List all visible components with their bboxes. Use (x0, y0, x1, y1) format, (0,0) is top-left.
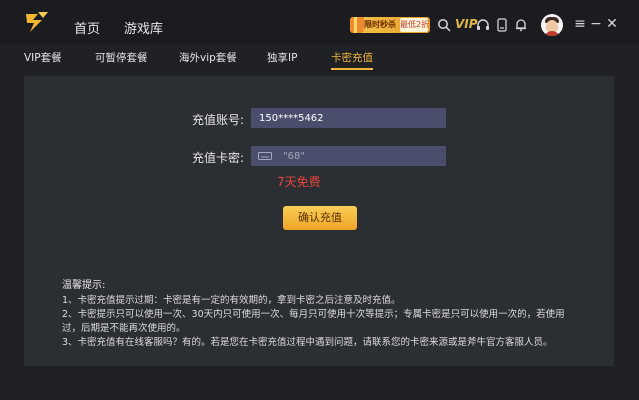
search-icon[interactable] (437, 18, 451, 32)
tip-item: 1、卡密充值提示过期：卡密是有一定的有效期的，拿到卡密之后注意及时充值。 (62, 295, 401, 306)
package-tabs: VIP套餐 可暂停套餐 海外vip套餐 独享IP 卡密充值 (0, 44, 639, 70)
keyboard-icon (258, 152, 272, 160)
device-icon[interactable] (495, 18, 509, 32)
app-logo-icon (26, 12, 48, 32)
tab-exclusive-ip[interactable]: 独享IP (267, 50, 297, 65)
card-label: 充值卡密: (191, 151, 244, 165)
free-trial-text: 7天免费 (277, 175, 321, 189)
nav-home[interactable]: 首页 (74, 18, 100, 37)
avatar[interactable] (541, 14, 563, 36)
account-label: 充值账号: (191, 113, 244, 127)
card-recharge-panel: 充值账号: 充值卡密: 7天免费 确认充值 温馨提示: 1、卡密充值提示过期：卡… (24, 76, 614, 366)
tab-overseas-vip-package[interactable]: 海外vip套餐 (179, 50, 237, 65)
tips-title: 温馨提示: (62, 280, 106, 291)
title-bar: 首页 游戏库 限时秒杀 最低2折 VIP ≡ − ✕ (0, 0, 639, 44)
headset-icon[interactable] (476, 18, 490, 32)
account-field[interactable] (251, 108, 446, 128)
tip-item: 2、卡密提示只可以使用一次、30天内只可使用一次、每月只可使用十次等提示；专属卡… (62, 309, 565, 334)
tip-item: 3、卡密充值有在线客服吗？有的。若是您在卡密充值过程中遇到问题，请联系您的卡密来… (62, 337, 553, 348)
bell-icon[interactable] (514, 18, 528, 32)
gift-icon (350, 17, 364, 33)
close-icon[interactable]: ✕ (604, 16, 620, 32)
tab-pausable-package[interactable]: 可暂停套餐 (95, 50, 148, 65)
minimize-icon[interactable]: − (588, 16, 604, 32)
app-window: 首页 游戏库 限时秒杀 最低2折 VIP ≡ − ✕ VIP套餐 可暂停套餐 海… (0, 0, 639, 400)
nav-game-library[interactable]: 游戏库 (124, 18, 163, 37)
menu-icon[interactable]: ≡ (572, 16, 588, 32)
tab-card-recharge[interactable]: 卡密充值 (331, 50, 373, 70)
card-code-field[interactable] (251, 146, 446, 166)
vip-icon[interactable]: VIP (455, 17, 478, 31)
promo-badge: 最低2折 (400, 18, 429, 32)
tab-vip-package[interactable]: VIP套餐 (24, 50, 62, 65)
confirm-recharge-button[interactable]: 确认充值 (283, 206, 357, 230)
promo-text: 限时秒杀 (364, 20, 396, 29)
promo-banner[interactable]: 限时秒杀 最低2折 (350, 17, 430, 33)
